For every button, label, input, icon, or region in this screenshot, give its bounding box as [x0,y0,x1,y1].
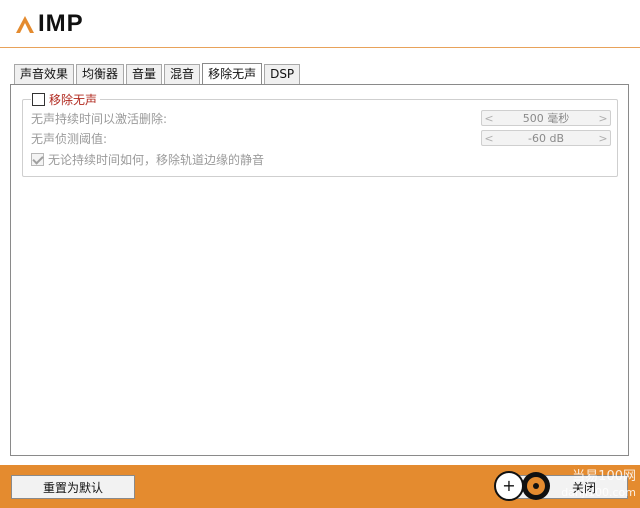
remove-silence-checkbox[interactable] [32,92,45,106]
remove-silence-group: 移除无声 无声持续时间以激活删除: < 500 毫秒 > 无声侦测阈值: < -… [22,92,618,177]
remove-edges-label: 无论持续时间如何，移除轨道边缘的静音 [48,152,265,167]
aimp-logo-icon [16,16,34,33]
tab-mixer[interactable]: 混音 [164,64,201,84]
remove-edges-checkbox[interactable] [31,152,44,166]
watermark-logo-icon: + [494,471,550,501]
reset-defaults-button[interactable]: 重置为默认 [11,475,135,499]
tab-dsp[interactable]: DSP [264,64,301,84]
threshold-spinner[interactable]: < -60 dB > [481,130,611,146]
threshold-value: -60 dB [528,131,564,145]
chevron-left-icon[interactable]: < [482,132,496,145]
header-bar: IMP [0,0,640,48]
duration-spinner[interactable]: < 500 毫秒 > [481,110,611,126]
tab-strip: 声音效果 均衡器 音量 混音 移除无声 DSP [14,62,302,85]
logo-text: IMP [38,10,84,37]
chevron-right-icon[interactable]: > [596,112,610,125]
duration-label: 无声持续时间以激活删除: [31,111,168,126]
settings-panel: 移除无声 无声持续时间以激活删除: < 500 毫秒 > 无声侦测阈值: < -… [10,84,629,456]
watermark-line2: danji100.com [561,486,636,499]
threshold-row: 无声侦测阈值: < -60 dB > [31,130,611,146]
duration-value: 500 毫秒 [522,112,570,125]
tab-sound-effects[interactable]: 声音效果 [14,64,75,84]
remove-silence-label: 移除无声 [49,92,98,107]
tab-remove-silence[interactable]: 移除无声 [202,63,263,85]
app-logo: IMP [14,10,84,38]
duration-row: 无声持续时间以激活删除: < 500 毫秒 > [31,110,611,126]
edges-row: 无论持续时间如何，移除轨道边缘的静音 [31,151,611,167]
chevron-right-icon[interactable]: > [596,132,610,145]
tab-volume[interactable]: 音量 [126,64,163,84]
threshold-label: 无声侦测阈值: [31,131,108,146]
chevron-left-icon[interactable]: < [482,112,496,125]
footer-bar: 重置为默认 关闭 + 当易100网 danji100.com [0,465,640,508]
tab-equalizer[interactable]: 均衡器 [76,64,125,84]
watermark-line1: 当易100网 [572,469,636,484]
svg-text:+: + [502,476,515,495]
remove-silence-legend: 移除无声 [31,92,101,107]
watermark-text: 当易100网 danji100.com [552,469,638,505]
